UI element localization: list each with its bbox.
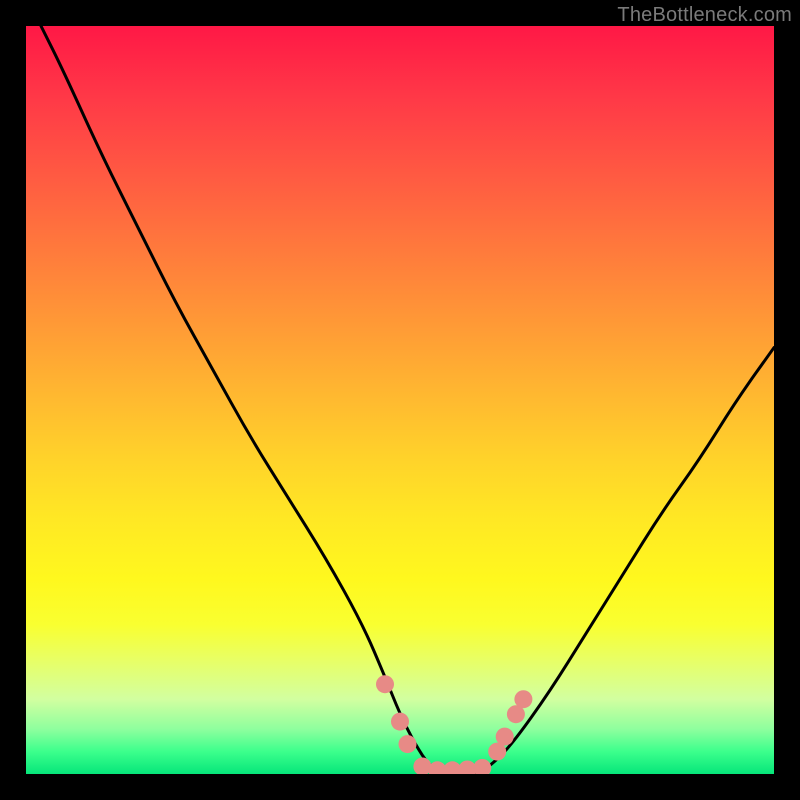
highlight-dots <box>376 675 532 774</box>
highlight-dot <box>428 761 446 774</box>
highlight-dot <box>514 690 532 708</box>
highlight-dot <box>496 728 514 746</box>
highlight-dot <box>443 761 461 774</box>
highlight-dot <box>391 713 409 731</box>
bottleneck-curve <box>41 26 774 774</box>
highlight-dot <box>473 759 491 774</box>
watermark-text: TheBottleneck.com <box>617 4 792 27</box>
highlight-dot <box>413 758 431 775</box>
highlight-dot <box>488 743 506 761</box>
chart-frame: TheBottleneck.com <box>0 0 800 800</box>
plot-area <box>26 26 774 774</box>
highlight-dot <box>458 761 476 775</box>
curve-svg <box>26 26 774 774</box>
highlight-dot <box>507 705 525 723</box>
highlight-dot <box>376 675 394 693</box>
highlight-dot <box>399 735 417 753</box>
